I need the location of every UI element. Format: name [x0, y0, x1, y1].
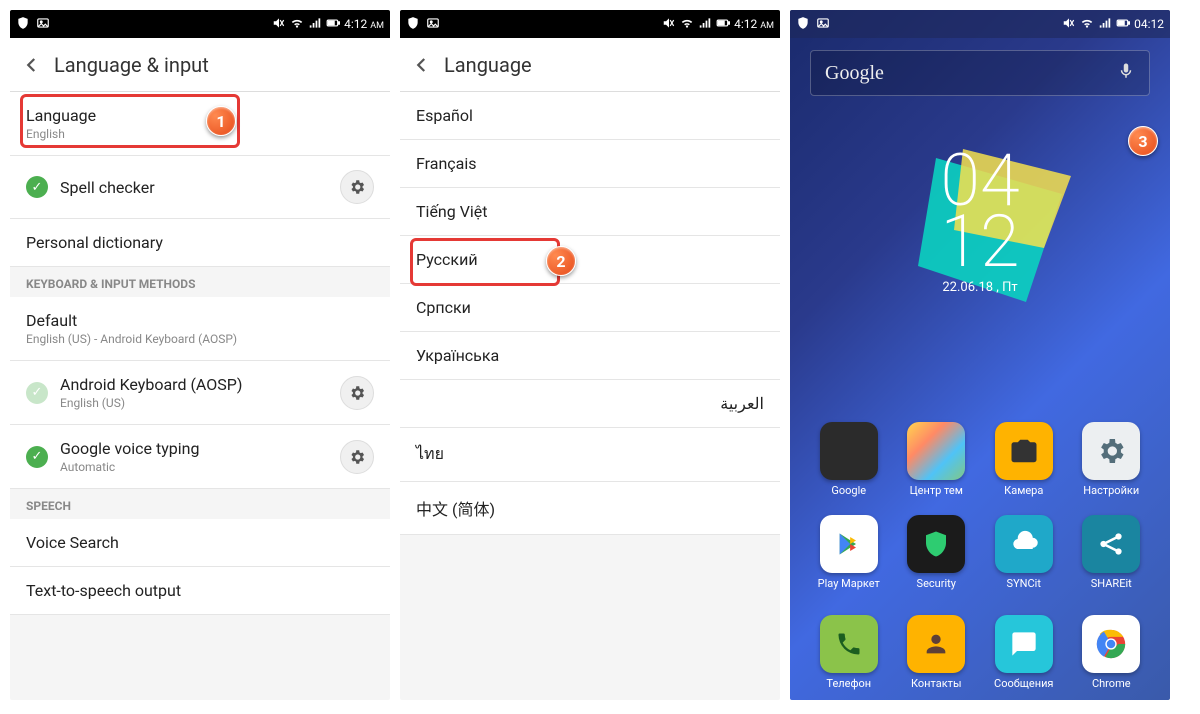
mute-icon — [662, 16, 676, 33]
personal-dictionary-row[interactable]: Personal dictionary — [10, 219, 390, 267]
battery-icon — [1116, 16, 1130, 33]
clock-date: 22.06.18 , Пт — [790, 280, 1170, 295]
gallery-icon — [36, 16, 50, 33]
language-option[interactable]: Українська — [400, 332, 780, 380]
settings-header: Language — [400, 38, 780, 92]
app-security[interactable]: Security — [898, 515, 976, 590]
settings-list: Language English ✓ Spell checker Persona… — [10, 92, 390, 615]
language-value: English — [26, 127, 374, 141]
app-grid: Google Центр тем Камера Настройки Play М… — [810, 422, 1150, 590]
app-play-store[interactable]: Play Маркет — [810, 515, 888, 590]
gallery-icon — [426, 16, 440, 33]
language-option[interactable]: Español — [400, 92, 780, 140]
app-settings[interactable]: Настройки — [1073, 422, 1151, 497]
dock: Телефон Контакты Сообщения Chrome — [810, 615, 1150, 690]
clock-minutes: 12 — [790, 211, 1170, 272]
step-badge: 2 — [546, 246, 576, 276]
language-option[interactable]: Français — [400, 140, 780, 188]
check-icon: ✓ — [26, 176, 48, 198]
section-keyboard: KEYBOARD & INPUT METHODS — [10, 267, 390, 297]
language-option-russian[interactable]: Русский — [400, 236, 780, 284]
step-badge: 1 — [206, 106, 236, 136]
shield-icon — [406, 16, 420, 33]
shield-icon — [796, 16, 810, 33]
phone-screenshot-2: 4:12 AM Language Español Français Tiếng … — [400, 10, 780, 700]
wifi-icon — [680, 16, 694, 33]
wallpaper — [790, 10, 1170, 700]
mute-icon — [272, 16, 286, 33]
app-phone[interactable]: Телефон — [810, 615, 888, 690]
clock-widget[interactable]: 04 12 22.06.18 , Пт — [790, 150, 1170, 295]
google-voice-typing-row[interactable]: ✓ Google voice typing Automatic — [10, 425, 390, 489]
settings-gear-button[interactable] — [340, 440, 374, 474]
spell-checker-row[interactable]: ✓ Spell checker — [10, 156, 390, 219]
back-button[interactable] — [410, 53, 434, 77]
default-keyboard-row[interactable]: Default English (US) - Android Keyboard … — [10, 297, 390, 361]
language-option[interactable]: 中文 (简体) — [400, 482, 780, 535]
step-badge: 3 — [1128, 126, 1158, 156]
shield-icon — [16, 16, 30, 33]
app-contacts[interactable]: Контакты — [898, 615, 976, 690]
check-icon: ✓ — [26, 382, 48, 404]
wifi-icon — [1080, 16, 1094, 33]
header-title: Language — [444, 53, 532, 77]
app-themes[interactable]: Центр тем — [898, 422, 976, 497]
mute-icon — [1062, 16, 1076, 33]
app-chrome[interactable]: Chrome — [1073, 615, 1151, 690]
phone-screenshot-1: 4:12 AM Language & input Language Englis… — [10, 10, 390, 700]
google-search-widget[interactable]: Google — [810, 50, 1150, 96]
status-time: 04:12 — [1134, 17, 1164, 31]
signal-icon — [1098, 16, 1112, 33]
status-time: 4:12 AM — [344, 17, 384, 31]
battery-icon — [326, 16, 340, 33]
language-list[interactable]: Español Français Tiếng Việt Русский Српс… — [400, 92, 780, 535]
voice-search-row[interactable]: Voice Search — [10, 519, 390, 567]
settings-gear-button[interactable] — [340, 170, 374, 204]
app-syncit[interactable]: SYNCit — [985, 515, 1063, 590]
status-bar: 4:12 AM — [10, 10, 390, 38]
section-speech: SPEECH — [10, 489, 390, 519]
settings-gear-button[interactable] — [340, 376, 374, 410]
language-option[interactable]: Српски — [400, 284, 780, 332]
mic-icon[interactable] — [1117, 62, 1135, 84]
language-row[interactable]: Language English — [10, 92, 390, 156]
app-messages[interactable]: Сообщения — [985, 615, 1063, 690]
language-option[interactable]: ไทย — [400, 428, 780, 482]
wifi-icon — [290, 16, 304, 33]
check-icon: ✓ — [26, 446, 48, 468]
phone-screenshot-3: 04:12 Google 04 12 22.06.18 , Пт Google … — [790, 10, 1170, 700]
settings-header: Language & input — [10, 38, 390, 92]
battery-icon — [716, 16, 730, 33]
status-time: 4:12 AM — [734, 17, 774, 31]
status-bar: 4:12 AM — [400, 10, 780, 38]
status-bar: 04:12 — [790, 10, 1170, 38]
tts-row[interactable]: Text-to-speech output — [10, 567, 390, 615]
gallery-icon — [816, 16, 830, 33]
app-shareit[interactable]: SHAREit — [1073, 515, 1151, 590]
header-title: Language & input — [54, 53, 209, 77]
language-option[interactable]: العربية — [400, 380, 780, 428]
google-logo: Google — [825, 62, 884, 85]
app-camera[interactable]: Камера — [985, 422, 1063, 497]
language-option[interactable]: Tiếng Việt — [400, 188, 780, 236]
aosp-keyboard-row[interactable]: ✓ Android Keyboard (AOSP) English (US) — [10, 361, 390, 425]
signal-icon — [698, 16, 712, 33]
language-label: Language — [26, 106, 374, 125]
back-button[interactable] — [20, 53, 44, 77]
app-google-folder[interactable]: Google — [810, 422, 888, 497]
signal-icon — [308, 16, 322, 33]
